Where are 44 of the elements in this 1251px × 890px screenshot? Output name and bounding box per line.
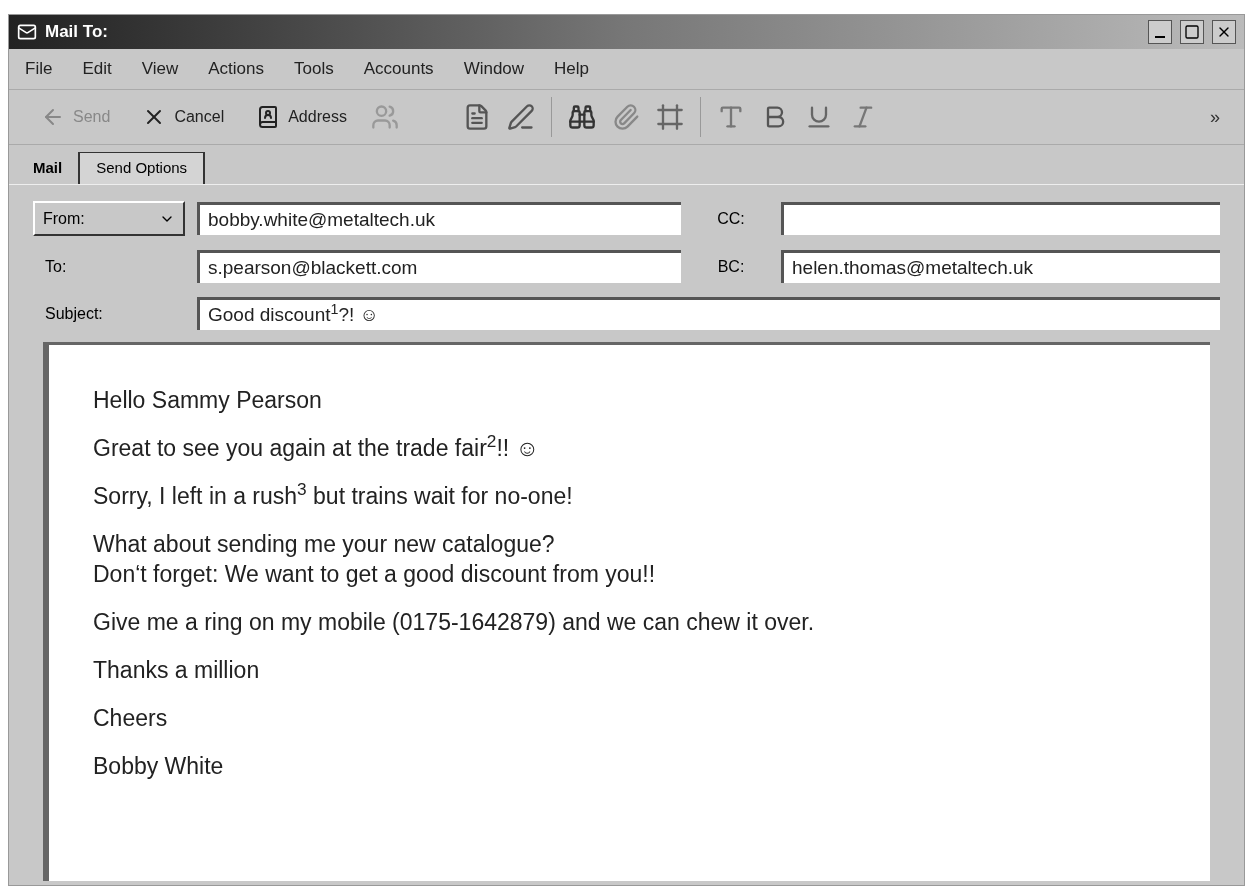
body-text: Don‘t forget: We want to get a good discount from you!! [93, 560, 657, 589]
body-text: What about sending me your new catalogue? [93, 530, 556, 559]
close-button[interactable] [1212, 20, 1236, 44]
maximize-button[interactable] [1180, 20, 1204, 44]
signature-icon[interactable] [506, 103, 535, 131]
menu-item[interactable]: View [141, 56, 179, 82]
subject-text: Good discount$^{1}$?! ☺ [208, 300, 379, 327]
cc-label[interactable]: CC: [693, 206, 769, 231]
tab[interactable]: Send Options [78, 152, 206, 184]
toolbar-button[interactable]: Address [248, 101, 355, 133]
cc-field[interactable] [781, 202, 1220, 235]
body-text: Sorry, I left in a rush$^{3}$ but trains wait for no-one! [93, 481, 574, 511]
menu-item[interactable]: Window [463, 56, 525, 82]
menu-item[interactable]: Edit [82, 56, 112, 82]
mail-icon [17, 22, 37, 42]
window-title: Mail To: [45, 21, 108, 44]
maximize-icon [1184, 24, 1200, 40]
body-text: Great to see you again at the trade fair$^{2}$!! ☺ [93, 433, 541, 463]
to-field[interactable]: s.pearson@blackett.com [197, 250, 681, 283]
menu-item[interactable]: Tools [294, 56, 334, 82]
subject-field[interactable]: Good discount$^{1}$?! ☺ [197, 297, 1220, 330]
menu-item[interactable]: Help [554, 56, 590, 82]
body-text: Cheers [93, 704, 169, 733]
from-dropdown[interactable]: From: [33, 201, 185, 236]
bcc-label[interactable]: BC: [693, 254, 769, 279]
menu-item[interactable]: Accounts [363, 56, 434, 82]
to-label: To: [44, 256, 68, 277]
minimize-button[interactable] [1148, 20, 1172, 44]
toolbar-overflow[interactable]: » [1210, 103, 1220, 131]
body-text: Hello Sammy Pearson [93, 386, 323, 415]
body-text: Thanks a million [93, 656, 261, 685]
frame-icon[interactable] [655, 103, 684, 131]
message-body[interactable] [43, 342, 1210, 881]
paperclip-icon[interactable] [611, 103, 640, 131]
subject-label: Subject: [44, 303, 104, 324]
toolbar-button[interactable]: Cancel [134, 101, 233, 133]
menu-item[interactable]: File [25, 56, 53, 82]
body-text: Give me a ring on my mobile (0175-1642879) and we can chew it over. [93, 608, 816, 637]
minimize-icon [1155, 36, 1165, 38]
from-field[interactable]: bobby.white@metaltech.uk [197, 202, 681, 235]
menu-item[interactable]: Actions [208, 56, 264, 82]
body-text: Bobby White [93, 752, 225, 781]
bcc-field[interactable]: helen.thomas@metaltech.uk [781, 250, 1220, 283]
binoculars-icon[interactable] [567, 103, 596, 131]
